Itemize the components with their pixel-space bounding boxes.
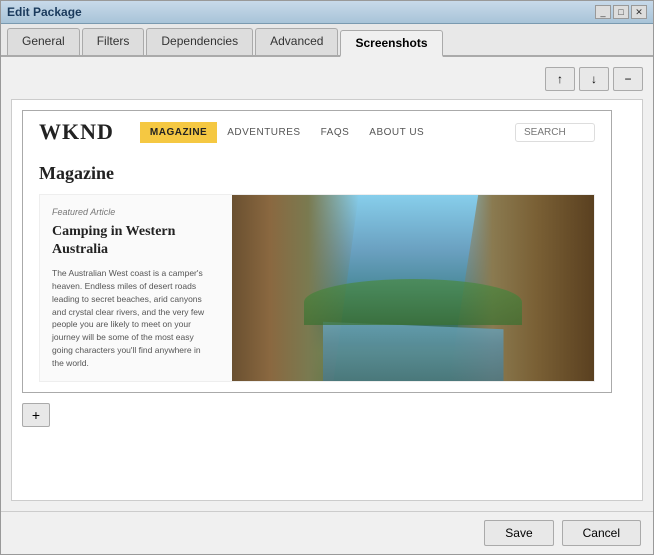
article-image [232, 195, 594, 381]
article-title: Camping in Western Australia [52, 223, 208, 259]
window-title: Edit Package [7, 5, 82, 19]
minimize-button[interactable]: _ [595, 5, 611, 19]
nav-about-us[interactable]: ABOUT US [359, 122, 434, 143]
tab-general[interactable]: General [7, 28, 80, 55]
up-arrow-icon: ↑ [557, 72, 563, 86]
site-header: WKND MAGAZINE ADVENTURES FAQS ABOUT US [23, 111, 611, 153]
article-text: Featured Article Camping in Western Aust… [40, 195, 220, 381]
cancel-button[interactable]: Cancel [562, 520, 641, 546]
footer: Save Cancel [1, 511, 653, 554]
tab-screenshots[interactable]: Screenshots [340, 30, 442, 57]
tab-filters[interactable]: Filters [82, 28, 145, 55]
screenshot-area: WKND MAGAZINE ADVENTURES FAQS ABOUT US M… [11, 99, 643, 501]
move-down-button[interactable]: ↓ [579, 67, 609, 91]
tab-dependencies[interactable]: Dependencies [146, 28, 253, 55]
close-button[interactable]: ✕ [631, 5, 647, 19]
save-button[interactable]: Save [484, 520, 553, 546]
main-content: ↑ ↓ − WKND MAGAZINE ADVENTURES FAQS [1, 57, 653, 511]
article-card: Featured Article Camping in Western Aust… [39, 194, 595, 382]
article-body: The Australian West coast is a camper's … [52, 267, 208, 369]
maximize-button[interactable]: □ [613, 5, 629, 19]
add-screenshot-button[interactable]: + [22, 403, 50, 427]
down-arrow-icon: ↓ [591, 72, 597, 86]
article-tag: Featured Article [52, 207, 208, 217]
nav-magazine[interactable]: MAGAZINE [140, 122, 217, 143]
screenshot-toolbar: ↑ ↓ − [11, 67, 643, 91]
site-nav: MAGAZINE ADVENTURES FAQS ABOUT US [140, 122, 434, 143]
site-search-input[interactable] [515, 123, 595, 142]
title-bar-controls: _ □ ✕ [595, 5, 647, 19]
remove-button[interactable]: − [613, 67, 643, 91]
tabs-bar: General Filters Dependencies Advanced Sc… [1, 24, 653, 57]
tab-advanced[interactable]: Advanced [255, 28, 338, 55]
move-up-button[interactable]: ↑ [545, 67, 575, 91]
site-body: Magazine Featured Article Camping in Wes… [23, 153, 611, 392]
canyon-scene [232, 195, 594, 381]
nav-adventures[interactable]: ADVENTURES [217, 122, 310, 143]
nav-faqs[interactable]: FAQS [311, 122, 360, 143]
vegetation [304, 279, 521, 326]
edit-package-window: Edit Package _ □ ✕ General Filters Depen… [0, 0, 654, 555]
site-logo: WKND [39, 119, 114, 145]
screenshot-preview: WKND MAGAZINE ADVENTURES FAQS ABOUT US M… [22, 110, 612, 393]
title-bar: Edit Package _ □ ✕ [1, 1, 653, 24]
site-page-title: Magazine [39, 163, 595, 184]
minus-icon: − [624, 72, 631, 86]
